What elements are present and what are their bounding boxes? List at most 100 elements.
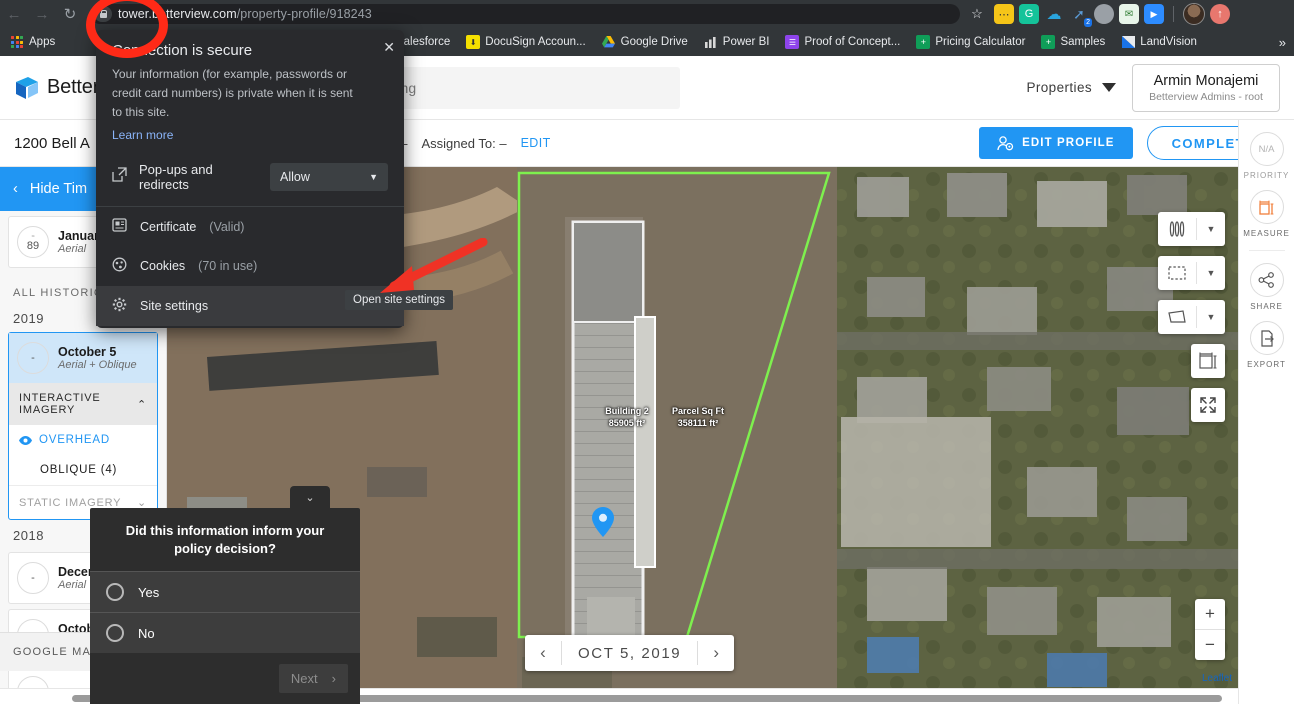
survey-option-no[interactable]: No (90, 612, 360, 653)
timeline-card-selected[interactable]: - October 5 Aerial + Oblique INTERACTIVE… (8, 332, 158, 520)
property-address: 1200 Bell A (14, 134, 90, 152)
dimensions-tool[interactable] (1191, 344, 1225, 378)
certificate-label: Certificate (140, 219, 197, 234)
zoom-out-button[interactable]: − (1195, 630, 1225, 660)
bookmark-label: Google Drive (620, 36, 688, 48)
polygon-caret-icon[interactable]: ▼ (1197, 312, 1225, 322)
polygon-icon (1158, 309, 1196, 325)
sticky-notes-extension-icon[interactable]: ⋯ (994, 4, 1014, 24)
bookmark-docusign[interactable]: ⬇ DocuSign Accoun... (466, 35, 586, 49)
imagery-option-oblique[interactable]: OBLIQUE (4) (9, 455, 157, 485)
browser-toolbar: ← → ↻ tower.betterview.com/property-prof… (0, 0, 1294, 28)
reload-icon[interactable]: ↻ (56, 0, 84, 28)
map-pin-icon[interactable] (592, 507, 614, 537)
cookies-item[interactable]: Cookies (70 in use) (96, 246, 404, 286)
timeline-card-header[interactable]: - October 5 Aerial + Oblique (9, 333, 157, 383)
popup-permission-select[interactable]: Allow ▼ (270, 163, 388, 191)
gear-icon (112, 297, 127, 315)
layers-caret-icon[interactable]: ▼ (1197, 224, 1225, 234)
bookmarks-overflow-button[interactable]: » (1279, 35, 1286, 50)
grammarly-extension-icon[interactable]: G (1019, 4, 1039, 24)
survey-collapse-button[interactable]: ⌄ (290, 486, 330, 508)
landvision-icon (1121, 35, 1135, 49)
update-icon[interactable]: ↑ (1210, 4, 1230, 24)
prev-date-button[interactable]: ‹ (525, 635, 561, 671)
rail-label: EXPORT (1247, 360, 1286, 369)
measure-icon (1249, 190, 1284, 224)
google-sheets-icon: + (916, 35, 931, 49)
profile-avatar[interactable] (1183, 3, 1205, 25)
imagery-date-navigator[interactable]: ‹ OCT 5, 2019 › (525, 635, 735, 671)
apps-grid-icon (10, 35, 24, 49)
current-date-label: OCT 5, 2019 (578, 644, 682, 662)
bookmark-star-icon[interactable]: ☆ (966, 3, 988, 25)
cookie-icon (112, 257, 127, 275)
circle-extension-icon[interactable] (1094, 4, 1114, 24)
edit-profile-button[interactable]: EDIT PROFILE (979, 127, 1133, 159)
interactive-imagery-accordion[interactable]: INTERACTIVE IMAGERY ⌃ (9, 383, 157, 425)
radio-button[interactable] (106, 583, 124, 601)
radio-button[interactable] (106, 624, 124, 642)
score-badge: - (17, 342, 49, 374)
rectangle-tool[interactable]: ▼ (1158, 256, 1225, 290)
assigned-to-field: Assigned To: – (421, 135, 507, 151)
header-right: Properties Armin Monajemi Betterview Adm… (1026, 63, 1280, 112)
back-arrow-icon[interactable]: ← (0, 0, 28, 28)
leaflet-attribution[interactable]: Leaflet (1202, 673, 1232, 684)
properties-menu[interactable]: Properties (1026, 80, 1116, 95)
extensions-row: ⋯ G ☁ ➚ 2 ✉ ▶ ↑ (994, 3, 1230, 27)
divider (1248, 250, 1285, 251)
url-path: /property-profile/918243 (236, 7, 372, 21)
bookmark-landvision[interactable]: LandVision (1121, 35, 1197, 49)
polygon-tool[interactable]: ▼ (1158, 300, 1225, 334)
mail-extension-icon[interactable]: ✉ (1119, 4, 1139, 24)
bookmark-samples[interactable]: + Samples (1041, 35, 1105, 49)
expand-arrows-icon (1200, 397, 1216, 413)
bookmark-pricing-calculator[interactable]: + Pricing Calculator (916, 35, 1025, 49)
survey-option-yes[interactable]: Yes (90, 571, 360, 612)
rectangle-caret-icon[interactable]: ▼ (1197, 268, 1225, 278)
bookmark-proof-of-concept[interactable]: ☰ Proof of Concept... (785, 35, 900, 49)
rail-item-export[interactable]: EXPORT (1247, 321, 1286, 369)
zoom-in-button[interactable]: + (1195, 599, 1225, 629)
chevron-right-icon: › (331, 671, 336, 686)
bookmark-power-bi[interactable]: Power BI (704, 35, 769, 49)
layers-icon (1158, 221, 1196, 237)
popup-permission-row: Pop-ups and redirects Allow ▼ (96, 156, 404, 206)
zoom-controls[interactable]: + − (1195, 599, 1225, 660)
parcel-area-label: Parcel Sq Ft 358111 ft² (671, 406, 725, 428)
bookmark-label: Pricing Calculator (935, 36, 1026, 48)
rail-item-measure[interactable]: MEASURE (1243, 190, 1290, 238)
cookies-count: (70 in use) (198, 259, 258, 273)
salesforce-extension-icon[interactable]: ☁ (1044, 4, 1064, 24)
imagery-option-overhead[interactable]: OVERHEAD (9, 425, 157, 455)
address-bar[interactable]: tower.betterview.com/property-profile/91… (90, 4, 960, 24)
user-menu[interactable]: Armin Monajemi Betterview Admins - root (1132, 63, 1280, 112)
layers-tool[interactable]: ▼ (1158, 212, 1225, 246)
bookmark-label: Apps (29, 36, 56, 48)
properties-label: Properties (1026, 80, 1092, 95)
next-date-button[interactable]: › (698, 635, 734, 671)
rocket-extension-icon[interactable]: ➚ 2 (1069, 4, 1092, 27)
certificate-item[interactable]: Certificate (Valid) (96, 207, 404, 246)
score-badge: - (17, 676, 49, 688)
survey-option-label: Yes (138, 584, 160, 600)
bookmark-apps[interactable]: Apps (10, 35, 55, 49)
close-icon[interactable]: ✕ (383, 39, 395, 56)
forward-arrow-icon[interactable]: → (28, 0, 56, 28)
score-badge: ≈ 89 (17, 226, 49, 258)
share-icon (1249, 263, 1284, 297)
bookmark-google-drive[interactable]: Google Drive (602, 35, 688, 49)
fullscreen-tool[interactable] (1191, 388, 1225, 422)
learn-more-link[interactable]: Learn more (96, 126, 404, 156)
edit-profile-label: EDIT PROFILE (1022, 137, 1115, 149)
right-action-rail: N/A PRIORITY MEASURE SHARE EXPORT (1238, 120, 1294, 704)
cookies-label: Cookies (140, 259, 186, 273)
rail-item-priority[interactable]: N/A PRIORITY (1244, 132, 1290, 180)
zoom-extension-icon[interactable]: ▶ (1144, 4, 1164, 24)
chevron-up-icon: ⌃ (136, 398, 147, 411)
certificate-status: (Valid) (209, 219, 245, 234)
rail-item-share[interactable]: SHARE (1249, 263, 1284, 311)
survey-next-button[interactable]: Next › (278, 664, 348, 693)
edit-link[interactable]: EDIT (521, 136, 551, 150)
